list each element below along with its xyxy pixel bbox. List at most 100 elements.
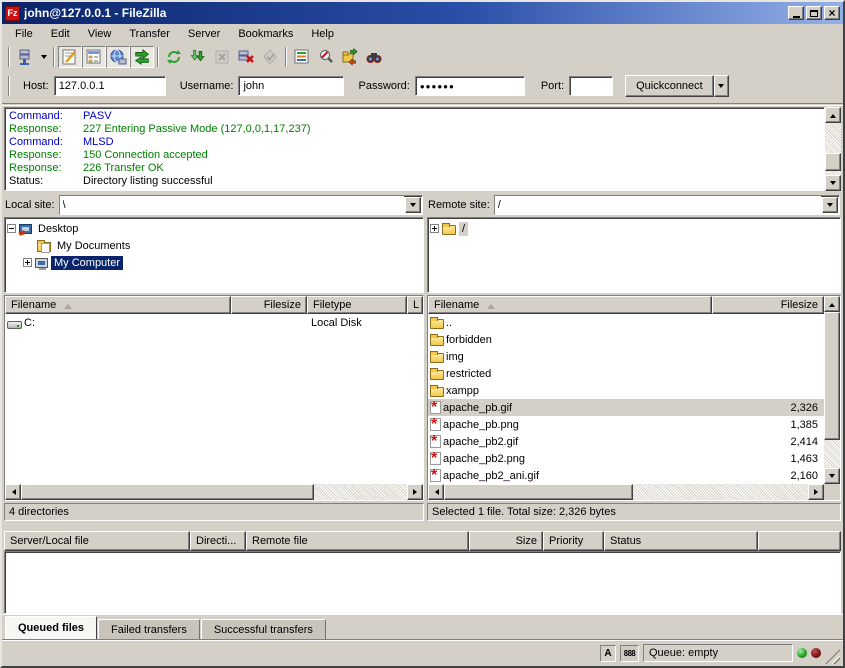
reconnect-button[interactable] — [258, 46, 282, 68]
file-name: apache_pb2.gif — [443, 436, 518, 448]
tree-item-root[interactable]: / — [430, 220, 838, 237]
scroll-down-button[interactable] — [824, 468, 840, 484]
expand-icon[interactable] — [23, 258, 32, 267]
remote-file-row[interactable]: apache_pb2.gif2,414 — [428, 433, 824, 450]
cancel-button[interactable] — [210, 46, 234, 68]
scroll-up-button[interactable] — [824, 296, 840, 312]
scroll-right-button[interactable] — [407, 484, 423, 500]
column-header-filename[interactable]: Filename — [428, 296, 712, 314]
remote-file-row[interactable]: forbidden — [428, 331, 824, 348]
remote-file-row[interactable]: .. — [428, 314, 824, 331]
menu-item-help[interactable]: Help — [302, 26, 343, 42]
scroll-right-button[interactable] — [808, 484, 824, 500]
local-status-text: 4 directories — [4, 503, 424, 521]
toggle-remote-tree-button[interactable] — [106, 46, 130, 68]
file-size: 1,463 — [712, 453, 824, 465]
queue-column-server-local-file[interactable]: Server/Local file — [4, 531, 190, 551]
host-input[interactable] — [54, 76, 166, 96]
menu-item-bookmarks[interactable]: Bookmarks — [229, 26, 302, 42]
toggle-transfer-queue-button[interactable] — [130, 46, 154, 68]
toggle-local-tree-button[interactable] — [82, 46, 106, 68]
queue-column-priority[interactable]: Priority — [543, 531, 604, 551]
scroll-thumb[interactable] — [825, 153, 841, 171]
scroll-thumb[interactable] — [444, 484, 633, 500]
tree-item-my-documents[interactable]: My Documents — [23, 237, 421, 254]
filter-button[interactable] — [290, 46, 314, 68]
remote-file-row[interactable]: xampp — [428, 382, 824, 399]
column-header-last-modified[interactable]: L — [407, 296, 423, 314]
log-label: Command: — [9, 136, 83, 149]
menu-item-view[interactable]: View — [79, 26, 121, 42]
remote-file-row-selected[interactable]: apache_pb.gif2,326 — [428, 399, 824, 416]
maximize-button[interactable] — [806, 6, 822, 20]
quickconnect-dropdown-button[interactable] — [714, 75, 729, 97]
toggle-message-log-button[interactable] — [58, 46, 82, 68]
expand-icon[interactable] — [430, 224, 439, 233]
local-site-dropdown-button[interactable] — [405, 197, 421, 213]
local-file-row[interactable]: C: Local Disk — [5, 314, 423, 331]
minimize-button[interactable] — [788, 6, 804, 20]
disconnect-button[interactable] — [234, 46, 258, 68]
menu-item-edit[interactable]: Edit — [42, 26, 79, 42]
synchronized-browsing-button[interactable] — [338, 46, 362, 68]
arrow-left-icon — [9, 489, 16, 495]
collapse-icon[interactable] — [7, 224, 16, 233]
scroll-thumb[interactable] — [21, 484, 314, 500]
find-files-button[interactable] — [362, 46, 386, 68]
site-manager-button[interactable] — [13, 46, 37, 68]
chevron-down-icon — [410, 203, 416, 210]
column-header-filesize[interactable]: Filesize — [712, 296, 824, 314]
remote-site-input[interactable] — [495, 196, 821, 214]
column-header-filetype[interactable]: Filetype — [307, 296, 407, 314]
password-input[interactable] — [415, 76, 525, 96]
queue-column-size[interactable]: Size — [469, 531, 543, 551]
scroll-left-button[interactable] — [5, 484, 21, 500]
site-manager-dropdown-button[interactable] — [37, 46, 50, 68]
scroll-left-button[interactable] — [428, 484, 444, 500]
scroll-track[interactable] — [825, 123, 841, 175]
queue-column-status[interactable]: Status — [604, 531, 758, 551]
queue-column-direction[interactable]: Directi... — [190, 531, 246, 551]
menu-item-server[interactable]: Server — [179, 26, 229, 42]
scroll-thumb[interactable] — [824, 312, 840, 440]
local-site-combo[interactable] — [59, 195, 423, 215]
queue-column-remote-file[interactable]: Remote file — [246, 531, 469, 551]
menu-item-file[interactable]: File — [6, 26, 42, 42]
remote-file-row[interactable]: apache_pb2_ani.gif2,160 — [428, 467, 824, 484]
tree-item-my-computer[interactable]: My Computer — [23, 254, 421, 271]
process-queue-button[interactable] — [186, 46, 210, 68]
scroll-up-button[interactable] — [825, 107, 841, 123]
title-bar[interactable]: Fz john@127.0.0.1 - FileZilla — [2, 2, 843, 24]
column-header-filesize[interactable]: Filesize — [231, 296, 307, 314]
resize-grip[interactable] — [825, 649, 840, 664]
username-input[interactable] — [238, 76, 344, 96]
remote-site-dropdown-button[interactable] — [822, 197, 838, 213]
local-site-input[interactable] — [60, 196, 404, 214]
remote-file-row[interactable]: apache_pb2.png1,463 — [428, 450, 824, 467]
filter-icon — [293, 48, 311, 66]
remote-file-row[interactable]: img — [428, 348, 824, 365]
quickconnect-button[interactable]: Quickconnect — [625, 75, 714, 97]
scroll-down-button[interactable] — [825, 175, 841, 191]
scroll-track[interactable] — [824, 312, 840, 468]
remote-file-row[interactable]: apache_pb.png1,385 — [428, 416, 824, 433]
refresh-icon — [165, 48, 183, 66]
remote-file-row[interactable]: restricted — [428, 365, 824, 382]
scroll-track[interactable] — [444, 484, 808, 500]
port-input[interactable] — [569, 76, 613, 96]
directory-comparison-button[interactable] — [314, 46, 338, 68]
find-files-icon — [365, 48, 383, 66]
queue-body — [4, 551, 841, 614]
tab-successful-transfers[interactable]: Successful transfers — [201, 619, 326, 639]
tree-item-desktop[interactable]: Desktop — [7, 220, 421, 237]
remote-status-text: Selected 1 file. Total size: 2,326 bytes — [427, 503, 841, 521]
scroll-track[interactable] — [21, 484, 407, 500]
menu-item-transfer[interactable]: Transfer — [120, 26, 179, 42]
local-file-list: Filename Filesize Filetype L C: Local Di… — [4, 295, 424, 501]
tab-failed-transfers[interactable]: Failed transfers — [98, 619, 200, 639]
close-button[interactable] — [824, 6, 840, 20]
refresh-button[interactable] — [162, 46, 186, 68]
tab-queued-files[interactable]: Queued files — [5, 616, 97, 639]
column-header-filename[interactable]: Filename — [5, 296, 231, 314]
remote-site-combo[interactable] — [494, 195, 840, 215]
